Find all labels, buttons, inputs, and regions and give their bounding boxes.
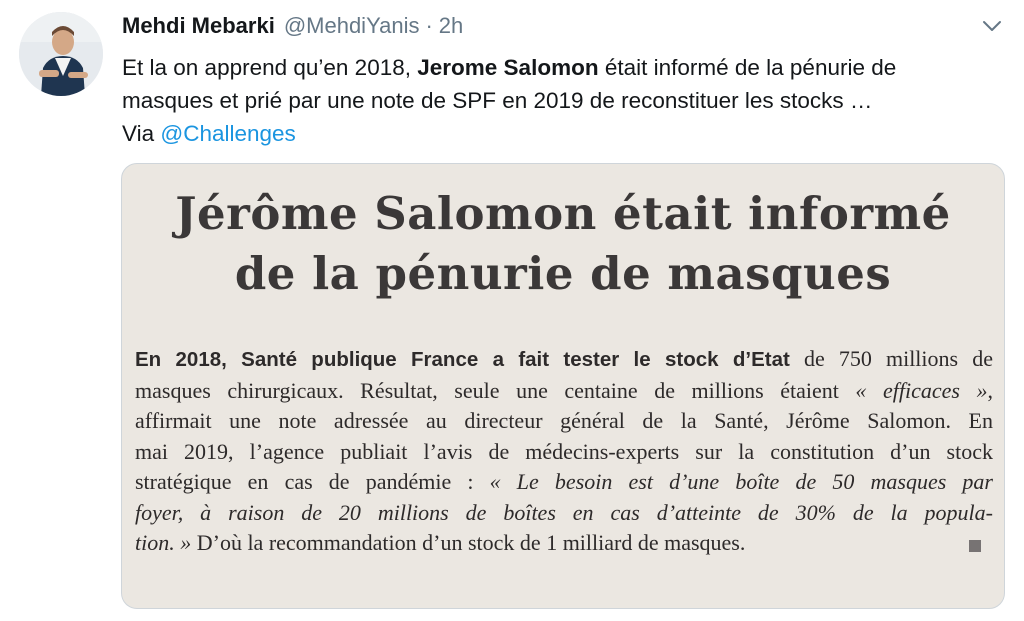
article-line: mai 2019, l’agence publiait l’avis de mé… [135,438,993,464]
article-text-segment: de 750 millions de [789,346,993,371]
author-handle[interactable]: @MehdiYanis [284,13,420,39]
tweet-line: masques et prié par une note de SPF en 2… [122,88,873,113]
separator-dot: · [425,13,433,38]
avatar-photo [19,12,103,96]
article-body: En 2018, Santé publique France a fait te… [135,344,993,559]
headline-line: Jérôme Salomon était informé [175,187,951,240]
article-line: affirmait une note adressée au directeur… [135,408,993,433]
mention-link[interactable]: @Challenges [160,121,295,146]
square-end-mark [969,540,981,552]
article-line: En 2018, Santé publique France a fait te… [135,344,993,376]
timestamp[interactable]: 2h [439,13,463,39]
article-text-segment: stratégique en cas de pandémie : [135,469,490,494]
avatar[interactable] [19,12,103,96]
article-line: masques chirurgicaux. Résultat, seule un… [135,376,993,407]
article-text-segment: D’où la recommandation d’un stock de 1 m… [191,530,746,555]
tweet-text-segment: Via [122,121,161,146]
tweet-text-segment: Et la on apprend qu’en 2018, [122,55,418,80]
tweet-text-segment: était informé de la pénurie de [598,55,897,80]
tweet-line: Et la on apprend qu’en 2018, Jerome Salo… [122,51,1002,84]
article-line: foyer, à raison de 20 millions de boîtes… [135,499,993,525]
article-lede: En 2018, Santé publique France a fait te… [135,348,790,371]
article-line: tion. » D’où la recommandation d’un stoc… [135,528,993,559]
article-headline: Jérôme Salomon était informé de la pénur… [122,184,1004,304]
attached-image[interactable]: Jérôme Salomon était informé de la pénur… [121,163,1005,609]
article-line: stratégique en cas de pandémie : « Le be… [135,467,993,498]
article-text-segment: , [987,377,994,403]
tweet-text: Et la on apprend qu’en 2018, Jerome Salo… [122,51,1002,150]
headline-line: de la pénurie de masques [234,247,892,300]
article-quote: « Le besoin est d’une boîte de 50 masque… [489,469,993,494]
tweet: Mehdi Mebarki @MehdiYanis · 2h Et la on … [0,0,1024,621]
tweet-header: Mehdi Mebarki @MehdiYanis · 2h [122,10,463,42]
chevron-down-icon[interactable] [978,12,1006,40]
article-quote: « efficaces » [855,377,988,403]
author-name[interactable]: Mehdi Mebarki [122,13,275,39]
tweet-bold-name: Jerome Salomon [417,55,599,80]
article-quote: tion. » [135,530,192,555]
tweet-line: Via @Challenges [122,117,1002,150]
article-text-segment: masques chirurgicaux. Résultat, seule un… [135,377,856,403]
